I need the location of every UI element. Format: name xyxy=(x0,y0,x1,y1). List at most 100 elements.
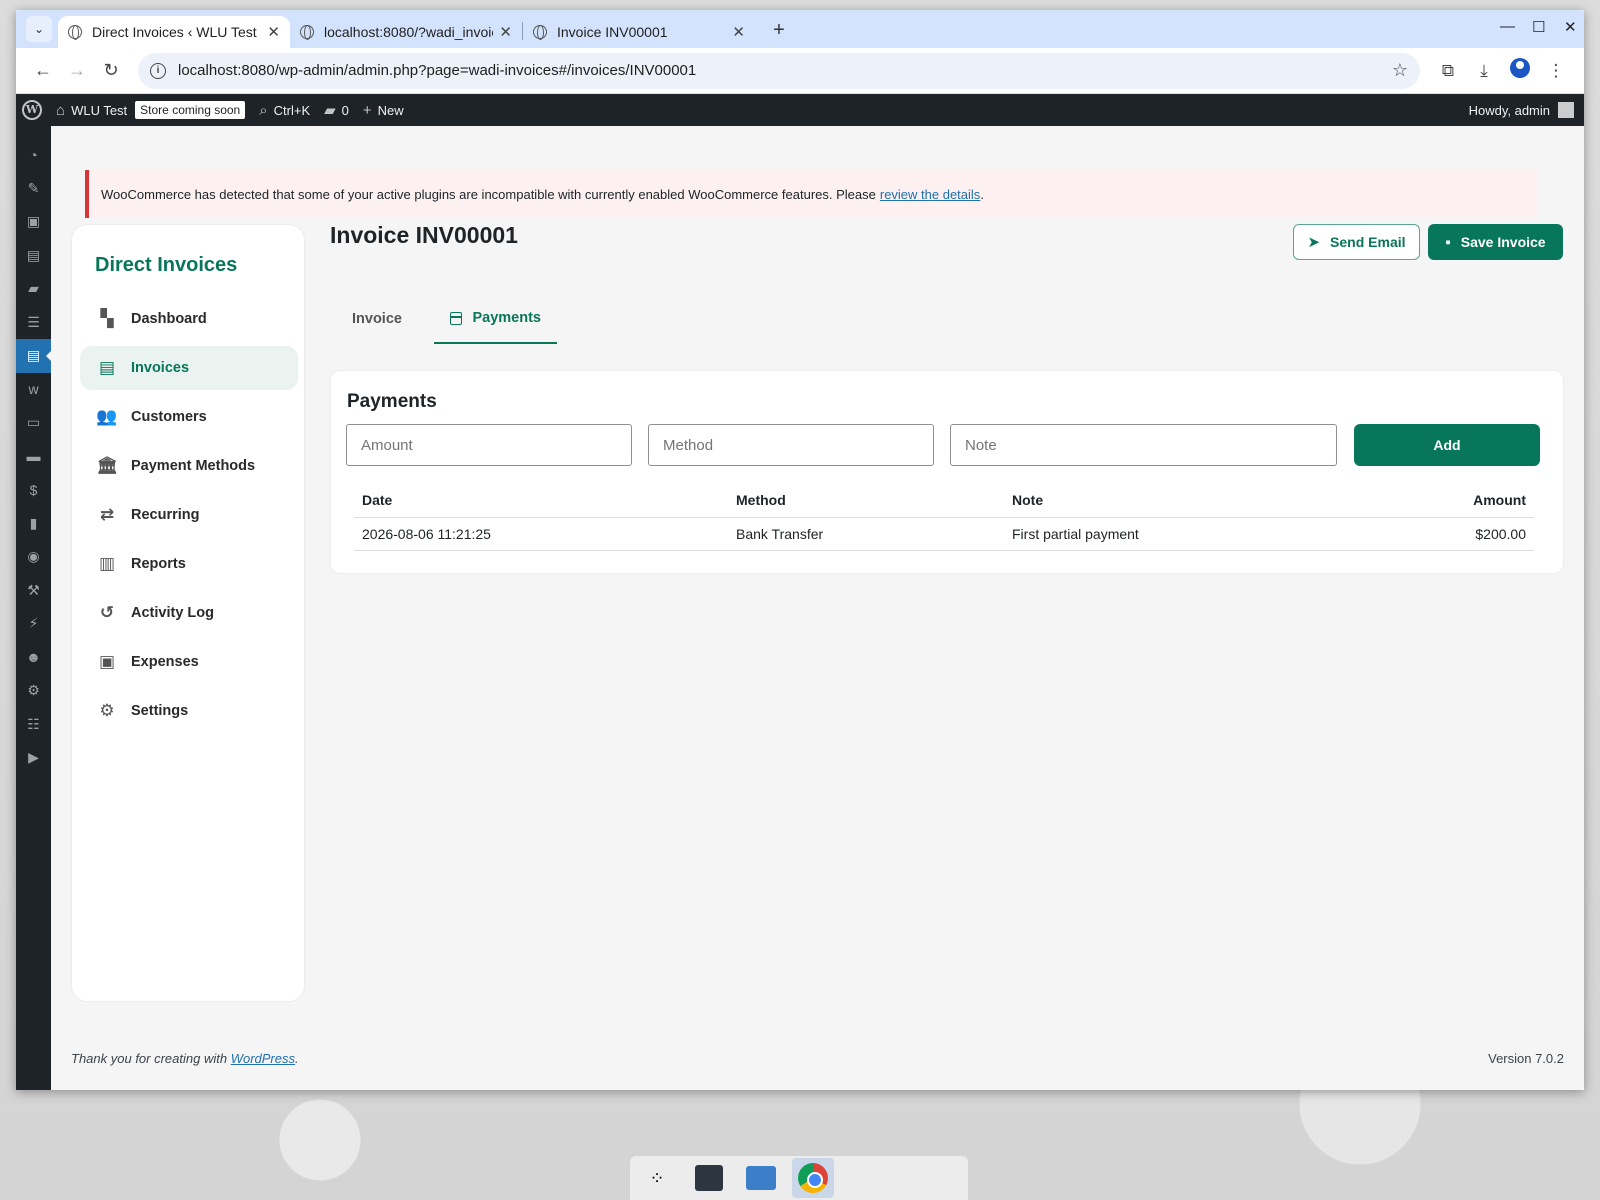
site-info-icon[interactable]: i xyxy=(150,62,166,79)
browser-tab-direct-invoices[interactable]: Direct Invoices ‹ WLU Test ✕ xyxy=(58,16,290,48)
wp-media-icon[interactable]: ▣ xyxy=(16,205,51,239)
files-app-icon[interactable] xyxy=(740,1158,782,1198)
woocommerce-icon[interactable]: w xyxy=(16,373,51,407)
credit-card-icon xyxy=(449,311,463,325)
nav-label: Invoices xyxy=(131,360,190,376)
nav-item-dashboard[interactable]: ▚ Dashboard xyxy=(80,297,298,341)
add-label: Add xyxy=(1433,437,1461,453)
search-shortcut-label: Ctrl+K xyxy=(273,102,311,118)
send-email-button[interactable]: ➤ Send Email xyxy=(1293,224,1420,260)
method-input[interactable] xyxy=(648,424,934,466)
chrome-app-icon[interactable] xyxy=(792,1158,834,1198)
nav-label: Settings xyxy=(131,703,189,719)
browser-tab-invoice[interactable]: Invoice INV00001 ✕ xyxy=(523,16,755,48)
browser-tab-localhost[interactable]: localhost:8080/?wadi_invoice ✕ xyxy=(290,16,522,48)
nav-item-customers[interactable]: 👥 Customers xyxy=(80,395,298,439)
reload-icon[interactable]: ↻ xyxy=(94,60,128,81)
profile-icon[interactable] xyxy=(1502,58,1538,83)
add-payment-button[interactable]: Add xyxy=(1354,424,1540,466)
tab-search-icon[interactable]: ⌄ xyxy=(26,16,52,42)
nav-item-invoices[interactable]: ▤ Invoices xyxy=(80,346,298,390)
payment-date: 2026-08-06 11:21:25 xyxy=(354,517,728,551)
invoice-tabs: Invoice Payments xyxy=(330,294,557,344)
brand-title: Direct Invoices xyxy=(95,254,238,276)
maximize-icon[interactable]: ☐ xyxy=(1532,18,1545,36)
nav-label: Reports xyxy=(131,556,186,572)
wp-payments-icon[interactable]: $ xyxy=(16,473,51,507)
nav-item-reports[interactable]: ▥ Reports xyxy=(80,542,298,586)
tab-title: Invoice INV00001 xyxy=(557,24,668,40)
tab-label: Invoice xyxy=(352,311,402,327)
wp-invoices-icon[interactable]: ▤ xyxy=(16,339,52,373)
wordpress-link[interactable]: WordPress xyxy=(231,1051,295,1066)
back-icon[interactable]: ← xyxy=(26,60,60,81)
close-icon[interactable]: ✕ xyxy=(732,23,745,41)
woocommerce-notice: WooCommerce has detected that some of yo… xyxy=(85,170,1537,218)
close-icon[interactable]: ✕ xyxy=(267,23,280,41)
url-text[interactable]: localhost:8080/wp-admin/admin.php?page=w… xyxy=(178,62,1392,79)
wp-users-icon[interactable]: ☻ xyxy=(16,641,51,675)
wp-tools-icon[interactable]: ⚙ xyxy=(16,674,51,708)
wp-pages-icon[interactable]: ▤ xyxy=(16,239,51,273)
tab-invoice[interactable]: Invoice xyxy=(330,294,424,344)
nav-item-activity-log[interactable]: ↺ Activity Log xyxy=(80,591,298,635)
nav-label: Activity Log xyxy=(131,605,214,621)
plus-icon: + xyxy=(362,101,372,119)
tab-payments[interactable]: Payments xyxy=(433,294,557,344)
wp-play-icon[interactable]: ▶ xyxy=(16,741,51,775)
review-details-link[interactable]: review the details xyxy=(880,187,980,202)
wp-archive-icon[interactable]: ▭ xyxy=(16,406,51,440)
site-name-link[interactable]: ⌂ WLU Test Store coming soon xyxy=(56,101,246,119)
wp-analytics-icon[interactable]: ▮ xyxy=(16,507,51,541)
send-email-label: Send Email xyxy=(1330,234,1406,250)
bookmark-star-icon[interactable]: ☆ xyxy=(1392,60,1408,81)
wp-plugins-icon[interactable]: ⚡ xyxy=(16,607,51,641)
account-menu[interactable]: Howdy, admin xyxy=(1469,102,1574,118)
browser-toolbar: ← → ↻ i localhost:8080/wp-admin/admin.ph… xyxy=(16,48,1584,94)
wp-list-icon[interactable]: ☰ xyxy=(16,306,51,340)
nav-item-recurring[interactable]: ⇄ Recurring xyxy=(80,493,298,537)
note-input[interactable] xyxy=(950,424,1337,466)
save-invoice-button[interactable]: ▪ Save Invoice xyxy=(1428,224,1563,260)
nav-item-expenses[interactable]: ▣ Expenses xyxy=(80,640,298,684)
column-date: Date xyxy=(354,483,728,518)
download-icon[interactable]: ⤓ xyxy=(1466,61,1502,81)
address-bar[interactable]: i localhost:8080/wp-admin/admin.php?page… xyxy=(138,52,1420,89)
nav-item-settings[interactable]: ⚙ Settings xyxy=(80,689,298,733)
wp-feedback-icon[interactable]: ▬ xyxy=(16,440,51,474)
wp-marketing-icon[interactable]: ◉ xyxy=(16,540,51,574)
wp-posts-icon[interactable]: ✎ xyxy=(16,172,51,206)
footer-thanks: Thank you for creating with WordPress. xyxy=(71,1051,299,1066)
wp-dashboard-icon[interactable]: ◔ xyxy=(16,138,51,172)
close-window-icon[interactable]: ✕ xyxy=(1564,18,1577,36)
wp-appearance-icon[interactable]: ⚒ xyxy=(16,574,51,608)
nav-item-payment-methods[interactable]: 🏛 Payment Methods xyxy=(80,444,298,488)
column-method: Method xyxy=(728,483,1004,518)
store-badge: Store coming soon xyxy=(135,101,246,119)
extensions-icon[interactable]: ⧉ xyxy=(1430,61,1466,81)
comments-link[interactable]: ▰ 0 xyxy=(324,101,349,119)
new-tab-icon[interactable]: + xyxy=(767,19,791,42)
plugin-nav: ▚ Dashboard ▤ Invoices 👥 Customers 🏛 Pay… xyxy=(80,297,298,738)
wp-settings-icon[interactable]: ☷ xyxy=(16,708,51,742)
footer-thanks-text: Thank you for creating with xyxy=(71,1051,228,1066)
tab-title: Direct Invoices ‹ WLU Test xyxy=(92,24,257,40)
customers-icon: 👥 xyxy=(96,407,118,426)
page-title: Invoice INV00001 xyxy=(330,222,518,248)
taskbar: ⁘ xyxy=(630,1156,968,1200)
launcher-icon[interactable]: ⁘ xyxy=(636,1158,678,1198)
comment-icon: ▰ xyxy=(324,102,336,119)
gear-icon: ⚙ xyxy=(99,701,115,720)
close-icon[interactable]: ✕ xyxy=(499,23,512,41)
minimize-icon[interactable]: — xyxy=(1500,18,1515,36)
wp-comments-icon[interactable]: ▰ xyxy=(16,272,51,306)
menu-kebab-icon[interactable]: ⋮ xyxy=(1538,61,1574,81)
new-content-link[interactable]: + New xyxy=(363,102,404,119)
wordpress-logo-icon[interactable]: W xyxy=(22,100,42,120)
search-shortcut[interactable]: ⌕ Ctrl+K xyxy=(259,102,310,119)
forward-icon[interactable]: → xyxy=(60,60,94,81)
wp-admin-menu: ◔ ✎ ▣ ▤ ▰ ☰ ▤ w ▭ ▬ $ ▮ ◉ ⚒ ⚡ ☻ ⚙ ☷ ▶ xyxy=(16,126,52,1090)
nav-label: Customers xyxy=(131,409,207,425)
amount-input[interactable] xyxy=(346,424,632,466)
terminal-app-icon[interactable] xyxy=(688,1158,730,1198)
